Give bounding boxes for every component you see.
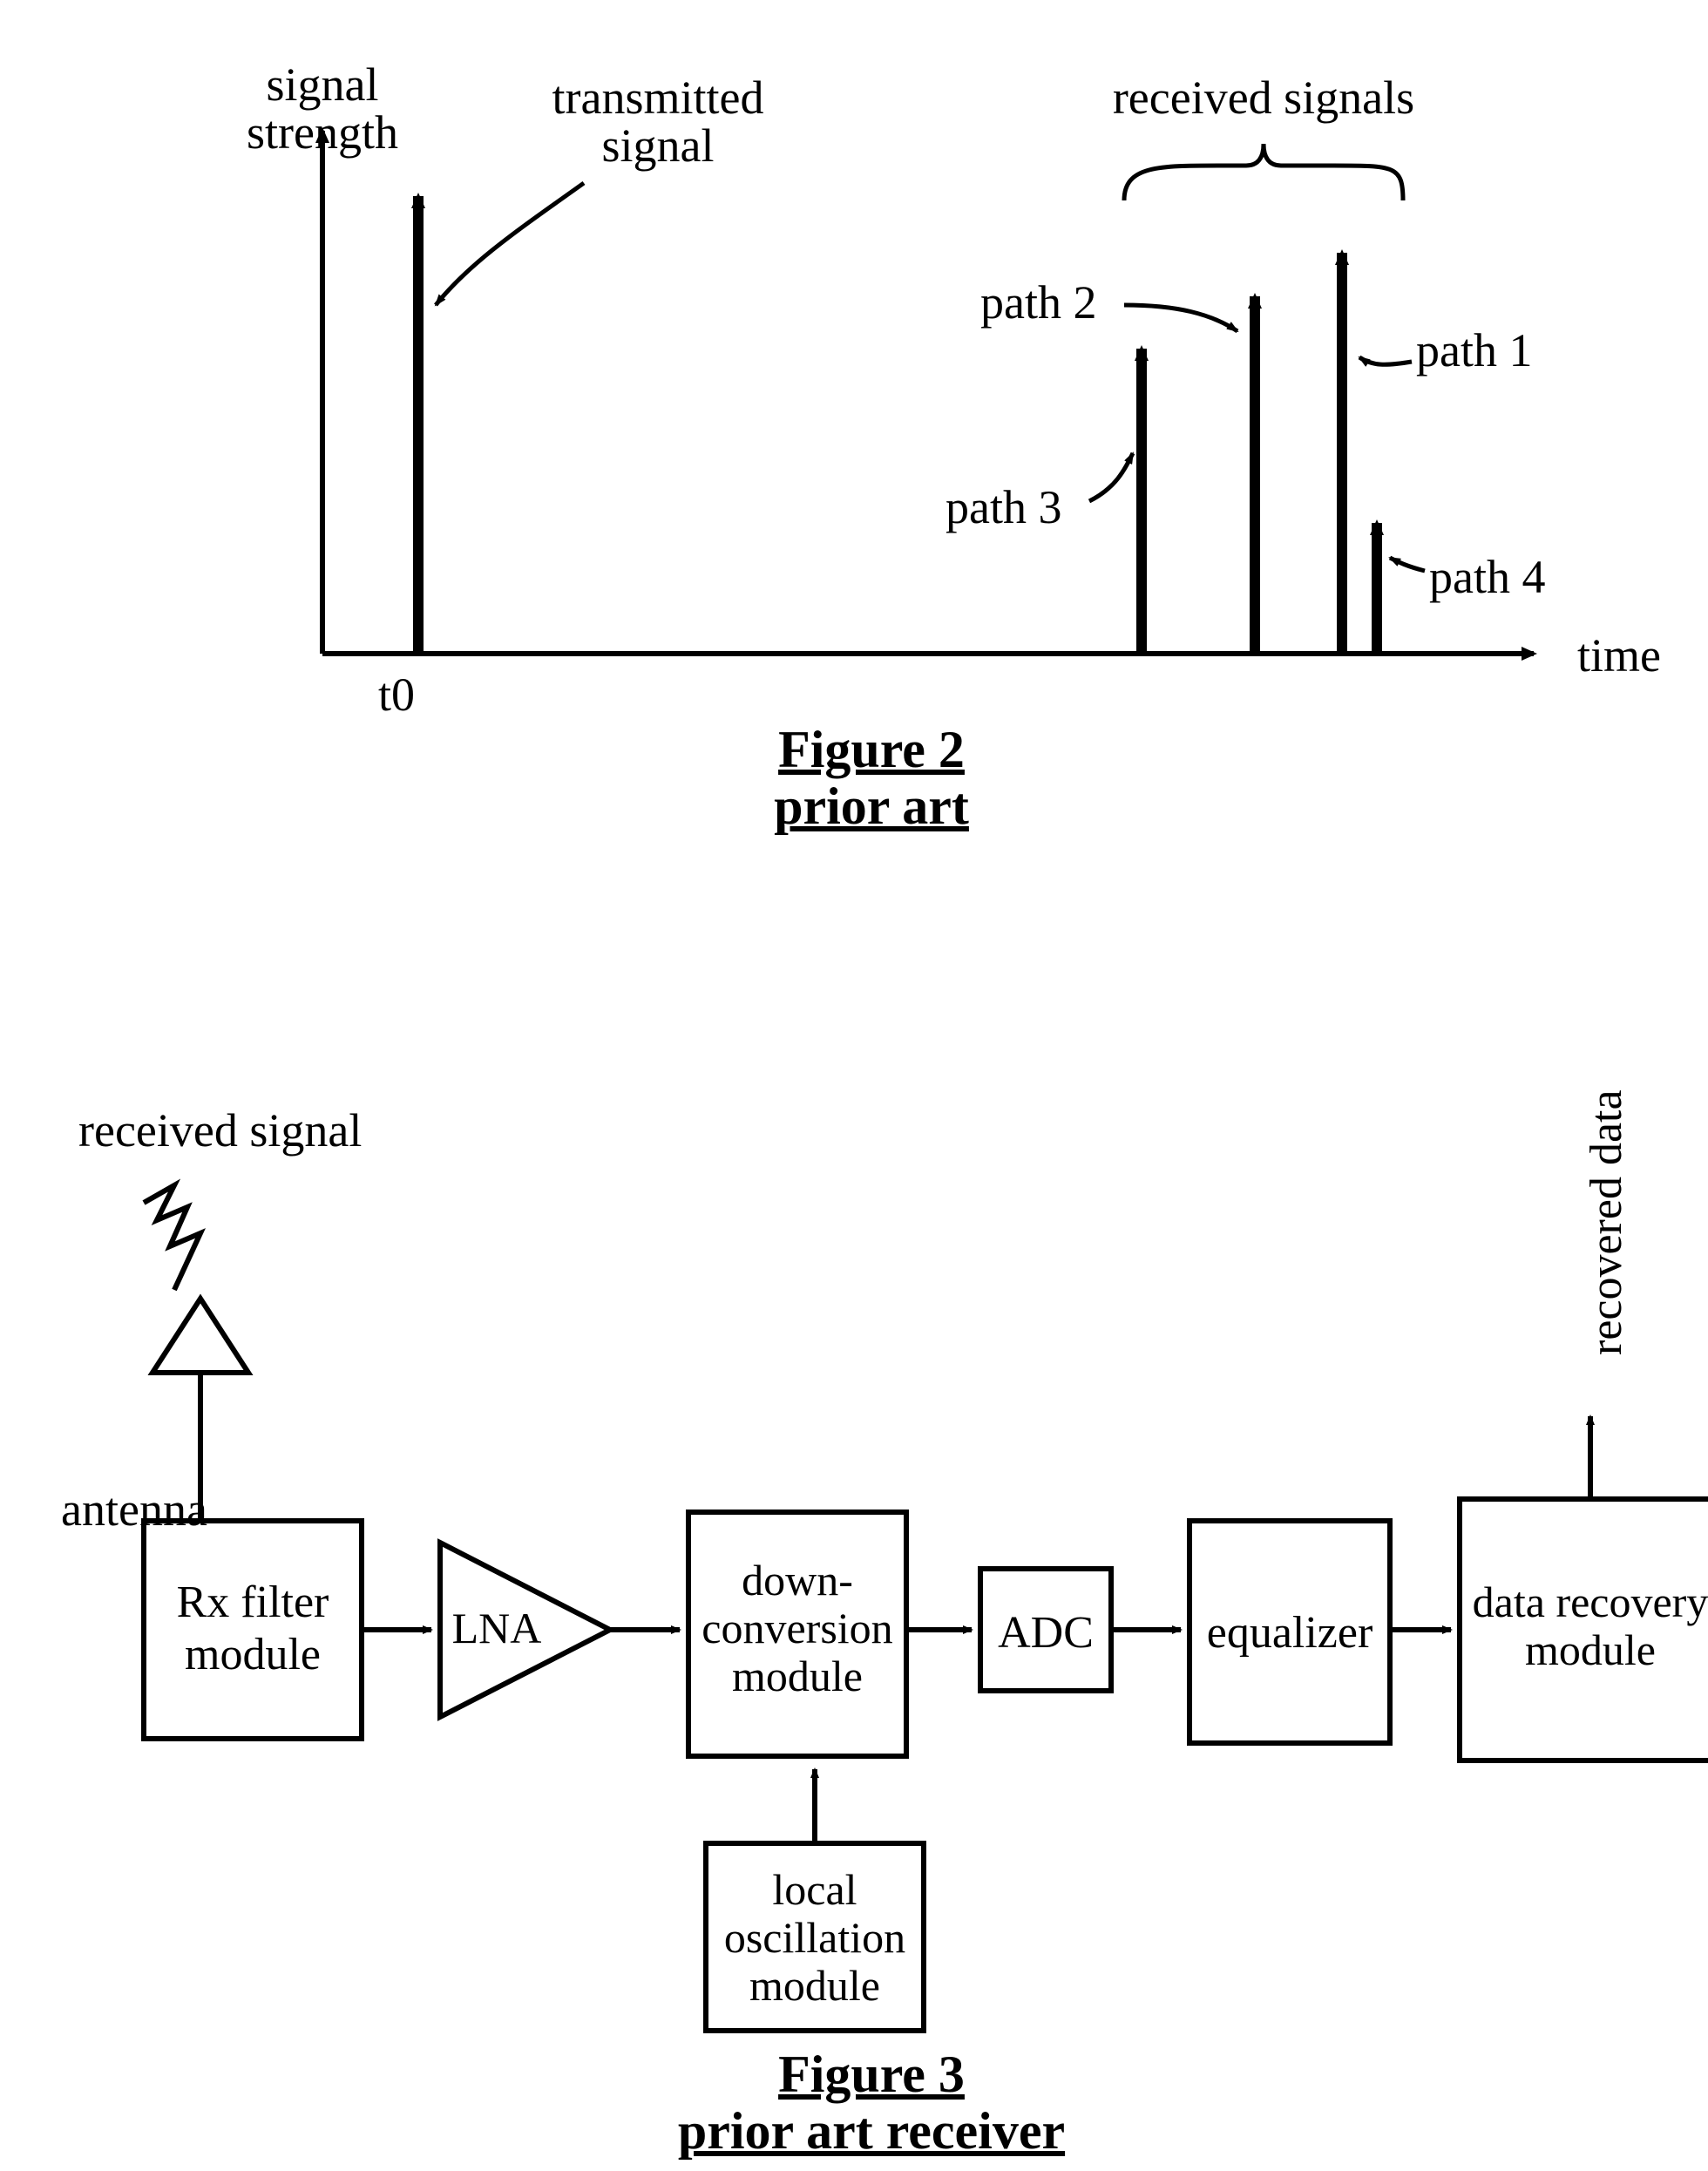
- rx-filter-label-2: module: [185, 1630, 321, 1679]
- local-osc-label-2: oscillation: [724, 1913, 905, 1962]
- recovered-data-label: recovered data: [1582, 1089, 1631, 1355]
- transmitted-label-2: signal: [602, 119, 715, 172]
- path3-label: path 3: [946, 481, 1061, 533]
- transmitted-label-1: transmitted: [552, 71, 764, 124]
- y-axis-label-1: signal: [267, 58, 379, 111]
- antenna-icon: [152, 1299, 248, 1373]
- axes: [322, 131, 1534, 654]
- figure2-title: Figure 2: [778, 721, 965, 778]
- t0-label: t0: [378, 668, 415, 721]
- down-conv-label-2: conversion: [702, 1604, 892, 1652]
- path3-leader: [1089, 453, 1133, 501]
- y-axis-label-2: strength: [247, 106, 398, 159]
- down-conv-label-1: down-: [742, 1556, 853, 1605]
- received-signals-label: received signals: [1113, 71, 1414, 124]
- figure3-subtitle: prior art receiver: [678, 2102, 1065, 2160]
- figure2-subtitle: prior art: [774, 777, 969, 835]
- data-recovery-label-1: data recovery: [1473, 1577, 1708, 1626]
- received-bracket: [1124, 144, 1403, 200]
- path4-leader: [1390, 558, 1425, 571]
- lna-label: LNA: [452, 1604, 542, 1652]
- path2-leader: [1124, 305, 1237, 331]
- received-signal-label: received signal: [78, 1104, 362, 1157]
- rx-filter-label-1: Rx filter: [177, 1577, 329, 1627]
- down-conv-label-3: module: [732, 1652, 863, 1700]
- data-recovery-label-2: module: [1525, 1625, 1656, 1674]
- figure-3: received signal antenna Rx filter module…: [61, 1089, 1708, 2160]
- adc-label: ADC: [998, 1608, 1094, 1658]
- path2-label: path 2: [980, 276, 1096, 329]
- figure3-title: Figure 3: [778, 2045, 965, 2103]
- local-osc-label-1: local: [772, 1865, 857, 1914]
- transmitted-leader: [436, 183, 584, 305]
- equalizer-label: equalizer: [1207, 1608, 1373, 1658]
- x-axis-label: time: [1577, 629, 1661, 682]
- antenna-label: antenna: [61, 1483, 207, 1536]
- path1-leader: [1359, 357, 1412, 364]
- path4-label: path 4: [1429, 551, 1545, 603]
- local-osc-label-3: module: [749, 1961, 880, 2010]
- figure-2: signal strength time t0 transmitted sign…: [247, 58, 1661, 835]
- path1-label: path 1: [1416, 324, 1532, 377]
- lightning-icon: [144, 1185, 200, 1290]
